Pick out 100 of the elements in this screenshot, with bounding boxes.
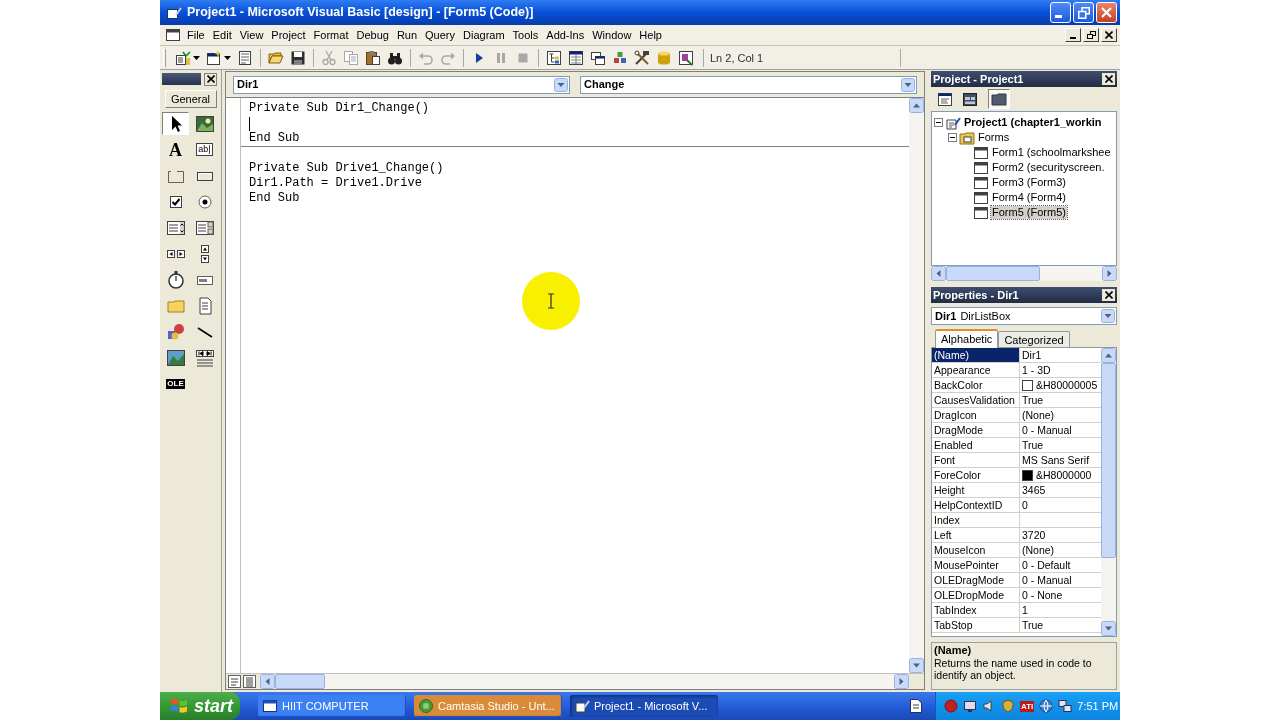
tab[interactable]: Alphabetic bbox=[935, 329, 999, 348]
close-button[interactable] bbox=[1102, 289, 1115, 301]
property-name[interactable]: TabIndex bbox=[932, 603, 1020, 617]
horizontal-scrollbar[interactable] bbox=[931, 266, 1117, 281]
property-name[interactable]: TabStop bbox=[932, 618, 1020, 632]
toolbox-tool[interactable]: ab| bbox=[191, 138, 218, 161]
scroll-left-icon[interactable] bbox=[260, 674, 275, 689]
procedure-dropdown[interactable]: Change bbox=[580, 75, 917, 94]
scroll-up-icon[interactable] bbox=[909, 98, 924, 113]
tree-item[interactable]: Form1 (schoolmarkshee bbox=[991, 146, 1112, 159]
full-module-view-icon[interactable] bbox=[243, 675, 256, 688]
tree-item[interactable]: Form5 (Form5) bbox=[991, 206, 1067, 219]
property-value[interactable]: 3465 bbox=[1022, 483, 1046, 497]
property-name[interactable]: DragIcon bbox=[932, 408, 1020, 422]
window-icon[interactable] bbox=[206, 49, 222, 66]
clipboard-icon[interactable] bbox=[365, 49, 381, 66]
property-value[interactable]: 1 bbox=[1022, 603, 1028, 617]
monitor-icon[interactable] bbox=[963, 699, 977, 713]
close-button[interactable] bbox=[1102, 73, 1115, 85]
property-name[interactable]: Enabled bbox=[932, 438, 1020, 452]
menu-item[interactable]: Project bbox=[267, 27, 310, 43]
toolbox-tool[interactable]: OLE bbox=[162, 372, 189, 395]
property-name[interactable]: Height bbox=[932, 483, 1020, 497]
circle-icon[interactable] bbox=[944, 699, 958, 713]
toolbox-tool[interactable]: A bbox=[162, 138, 189, 161]
tree-item[interactable]: Form3 (Form3) bbox=[991, 176, 1067, 189]
property-value[interactable]: 3720 bbox=[1022, 528, 1046, 542]
collapse-icon[interactable] bbox=[934, 118, 943, 127]
scroll-down-icon[interactable] bbox=[1101, 621, 1116, 636]
property-name[interactable]: (Name) bbox=[932, 348, 1020, 362]
toolbox-tool[interactable] bbox=[162, 112, 189, 135]
toolbox-tab[interactable]: General bbox=[164, 90, 217, 108]
object-dropdown[interactable]: Dir1 DirListBox bbox=[931, 307, 1117, 325]
tree-item[interactable]: Form2 (securityscreen. bbox=[991, 161, 1106, 174]
menu-item[interactable]: Help bbox=[635, 27, 666, 43]
tree-item[interactable]: Forms bbox=[977, 131, 1011, 144]
start-button[interactable]: start bbox=[160, 692, 240, 720]
tray-badge[interactable]: ATI bbox=[1020, 700, 1035, 712]
menu-item[interactable]: Debug bbox=[352, 27, 393, 43]
property-value[interactable]: (None) bbox=[1022, 408, 1055, 422]
document-icon[interactable] bbox=[909, 698, 923, 714]
property-value[interactable]: True bbox=[1022, 393, 1044, 407]
property-value[interactable]: 0 - None bbox=[1022, 588, 1063, 602]
property-value[interactable]: MS Sans Serif bbox=[1022, 453, 1090, 467]
property-name[interactable]: HelpContextID bbox=[932, 498, 1020, 512]
scroll-right-icon[interactable] bbox=[894, 674, 909, 689]
scroll-thumb[interactable] bbox=[946, 266, 1040, 281]
property-value[interactable]: &H80000005 bbox=[1036, 378, 1098, 392]
property-name[interactable]: MousePointer bbox=[932, 558, 1020, 572]
menu-item[interactable]: Query bbox=[421, 27, 460, 43]
property-name[interactable]: Index bbox=[932, 513, 1020, 527]
property-name[interactable]: Font bbox=[932, 453, 1020, 467]
grid-window-icon[interactable] bbox=[568, 49, 584, 66]
property-name[interactable]: Left bbox=[932, 528, 1020, 542]
scroll-right-icon[interactable] bbox=[1102, 266, 1117, 281]
tree-item[interactable]: Form4 (Form4) bbox=[991, 191, 1067, 204]
horizontal-scrollbar[interactable] bbox=[260, 674, 909, 689]
property-name[interactable]: OLEDragMode bbox=[932, 573, 1020, 587]
property-name[interactable]: MouseIcon bbox=[932, 543, 1020, 557]
property-value[interactable]: 0 - Default bbox=[1022, 558, 1071, 572]
menu-item[interactable]: Edit bbox=[208, 27, 236, 43]
menu-item[interactable]: Tools bbox=[508, 27, 543, 43]
panel-toolbar-button[interactable] bbox=[988, 89, 1010, 109]
menu-item[interactable]: Diagram bbox=[459, 27, 509, 43]
scroll-left-icon[interactable] bbox=[931, 266, 946, 281]
property-name[interactable]: OLEDropMode bbox=[932, 588, 1020, 602]
project-icon[interactable] bbox=[175, 49, 191, 66]
restore-button[interactable] bbox=[1083, 28, 1099, 42]
vertical-scrollbar[interactable] bbox=[909, 98, 924, 673]
menu-item[interactable]: File bbox=[183, 27, 209, 43]
property-name[interactable]: ForeColor bbox=[932, 468, 1020, 482]
cubes-icon[interactable] bbox=[612, 49, 628, 66]
taskbar-button[interactable]: Project1 - Microsoft V... bbox=[570, 695, 718, 717]
list-window-icon[interactable] bbox=[237, 49, 253, 66]
network-icon[interactable] bbox=[1058, 699, 1073, 713]
property-value[interactable]: 1 - 3D bbox=[1022, 363, 1051, 377]
scroll-down-icon[interactable] bbox=[909, 658, 924, 673]
procedure-view-icon[interactable] bbox=[228, 675, 241, 688]
menu-item[interactable]: Format bbox=[309, 27, 353, 43]
tab[interactable]: Categorized bbox=[998, 331, 1070, 347]
caret-icon[interactable] bbox=[193, 55, 200, 60]
scroll-thumb[interactable] bbox=[275, 674, 325, 689]
taskbar-button[interactable]: HIIT COMPUTER bbox=[258, 695, 406, 717]
menu-item[interactable]: Window bbox=[588, 27, 636, 43]
minimize-button[interactable] bbox=[1065, 28, 1081, 42]
hammer-wrench-icon[interactable] bbox=[634, 49, 650, 66]
menu-item[interactable]: View bbox=[235, 27, 268, 43]
stacked-windows-icon[interactable] bbox=[590, 49, 606, 66]
save-icon[interactable] bbox=[290, 49, 306, 66]
property-value[interactable]: 0 bbox=[1022, 498, 1028, 512]
property-value[interactable]: True bbox=[1022, 438, 1044, 452]
tree-item[interactable]: Project1 (chapter1_workin bbox=[963, 116, 1103, 129]
shield-icon[interactable] bbox=[1001, 699, 1015, 713]
property-value[interactable]: 0 - Manual bbox=[1022, 573, 1072, 587]
property-name[interactable]: Appearance bbox=[932, 363, 1020, 377]
property-value[interactable]: 0 - Manual bbox=[1022, 423, 1072, 437]
property-value[interactable]: Dir1 bbox=[1022, 348, 1042, 362]
property-value[interactable]: True bbox=[1022, 618, 1044, 632]
object-dropdown[interactable]: Dir1 bbox=[233, 75, 570, 94]
scroll-up-icon[interactable] bbox=[1101, 348, 1116, 363]
